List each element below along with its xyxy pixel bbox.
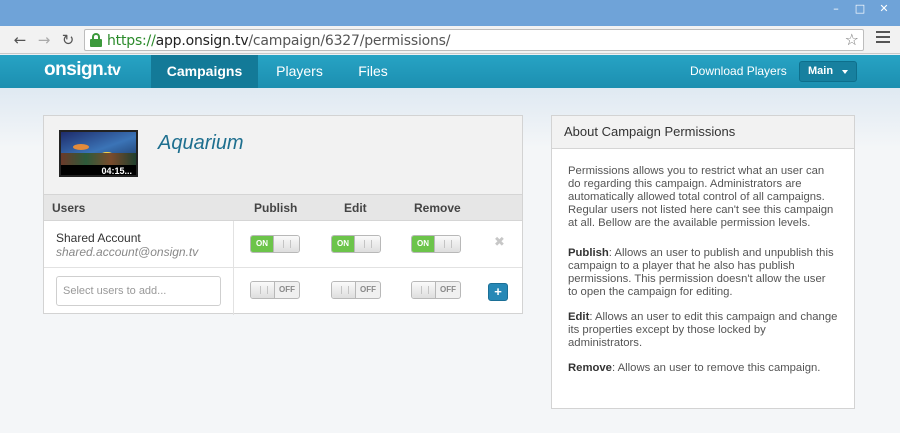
column-header-publish: Publish	[254, 201, 298, 215]
window-titlebar: – □ ✕	[0, 0, 900, 26]
remove-user-icon[interactable]: ✖	[494, 235, 505, 250]
logo-suffix: .tv	[103, 62, 121, 79]
term-edit: Edit	[568, 311, 590, 323]
campaign-thumbnail[interactable]: 04:15...	[59, 130, 138, 177]
table-row: Shared Account shared.account@onsign.tv …	[44, 221, 522, 268]
publish-toggle[interactable]: ON	[250, 235, 300, 253]
column-header-remove: Remove	[414, 201, 461, 215]
app-navbar: onsign.tv Campaigns Players Files Downlo…	[0, 55, 900, 94]
edit-toggle[interactable]: OFF	[331, 281, 381, 299]
close-window-button[interactable]: ✕	[876, 2, 892, 16]
edit-toggle[interactable]: ON	[331, 235, 381, 253]
column-header-users: Users	[52, 201, 86, 215]
user-name: Shared Account	[56, 231, 141, 245]
about-panel-title: About Campaign Permissions	[552, 116, 854, 149]
nav-tab-players[interactable]: Players	[262, 55, 337, 88]
thumbnail-time: 04:15...	[101, 166, 132, 176]
url-scheme: https://	[107, 33, 156, 49]
maximize-button[interactable]: □	[852, 2, 868, 16]
nav-tab-label: Files	[358, 63, 388, 79]
minimize-button[interactable]: –	[828, 2, 844, 16]
desc-remove: : Allows an user to remove this campaign…	[611, 362, 821, 374]
desc-edit: : Allows an user to edit this campaign a…	[568, 311, 838, 349]
about-remove: Remove: Allows an user to remove this ca…	[568, 362, 838, 375]
browser-toolbar: ← → ↻ https://app.onsign.tv/campaign/632…	[0, 26, 900, 54]
column-header-edit: Edit	[344, 201, 367, 215]
nav-tab-label: Campaigns	[166, 63, 243, 79]
permissions-table-header: Users Publish Edit Remove	[44, 195, 522, 221]
url-path: /campaign/6327/permissions/	[248, 33, 451, 49]
term-remove: Remove	[568, 362, 612, 374]
toggle-label: ON	[337, 239, 349, 248]
about-intro: Permissions allows you to restrict what …	[568, 165, 834, 229]
nav-tab-campaigns[interactable]: Campaigns	[151, 55, 258, 94]
toggle-label: ON	[256, 239, 268, 248]
about-permissions-panel: About Campaign Permissions Permissions a…	[551, 115, 855, 409]
forward-arrow-icon[interactable]: →	[34, 30, 54, 50]
add-user-row: OFF OFF OFF +	[44, 268, 522, 315]
campaign-title[interactable]: Aquarium	[158, 132, 244, 155]
url-host: app.onsign.tv	[155, 33, 249, 49]
user-search-input[interactable]	[56, 276, 221, 306]
term-publish: Publish	[568, 247, 609, 259]
bookmark-star-icon[interactable]: ☆	[845, 30, 859, 49]
campaign-header: 04:15... Aquarium	[44, 116, 522, 195]
desc-publish: : Allows an user to publish and unpublis…	[568, 247, 834, 298]
user-email: shared.account@onsign.tv	[56, 245, 199, 259]
chevron-down-icon	[842, 70, 848, 74]
url-text[interactable]: https://app.onsign.tv/campaign/6327/perm…	[107, 33, 450, 49]
browser-menu-icon[interactable]	[876, 31, 890, 45]
onsign-logo[interactable]: onsign.tv	[44, 59, 121, 81]
window-controls: – □ ✕	[828, 2, 892, 16]
publish-toggle[interactable]: OFF	[250, 281, 300, 299]
about-publish: Publish: Allows an user to publish and u…	[568, 247, 838, 299]
lock-icon	[90, 33, 102, 47]
remove-toggle[interactable]: OFF	[411, 281, 461, 299]
permissions-panel: 04:15... Aquarium Users Publish Edit Rem…	[43, 115, 523, 315]
back-arrow-icon[interactable]: ←	[10, 30, 30, 50]
nav-tab-files[interactable]: Files	[345, 55, 401, 88]
download-players-link[interactable]: Download Players	[690, 55, 787, 88]
address-bar[interactable]: https://app.onsign.tv/campaign/6327/perm…	[84, 29, 864, 51]
toggle-label: OFF	[279, 285, 295, 294]
about-panel-body: Permissions allows you to restrict what …	[552, 149, 854, 375]
logo-main: onsign	[44, 59, 104, 80]
toggle-label: OFF	[360, 285, 376, 294]
toggle-label: OFF	[440, 285, 456, 294]
about-edit: Edit: Allows an user to edit this campai…	[568, 311, 838, 350]
reload-icon[interactable]: ↻	[58, 30, 78, 50]
toggle-label: ON	[417, 239, 429, 248]
account-label: Main	[808, 65, 834, 77]
add-user-button[interactable]: +	[488, 283, 508, 301]
nav-tab-label: Players	[276, 63, 323, 79]
remove-toggle[interactable]: ON	[411, 235, 461, 253]
account-dropdown[interactable]: Main	[799, 61, 857, 82]
